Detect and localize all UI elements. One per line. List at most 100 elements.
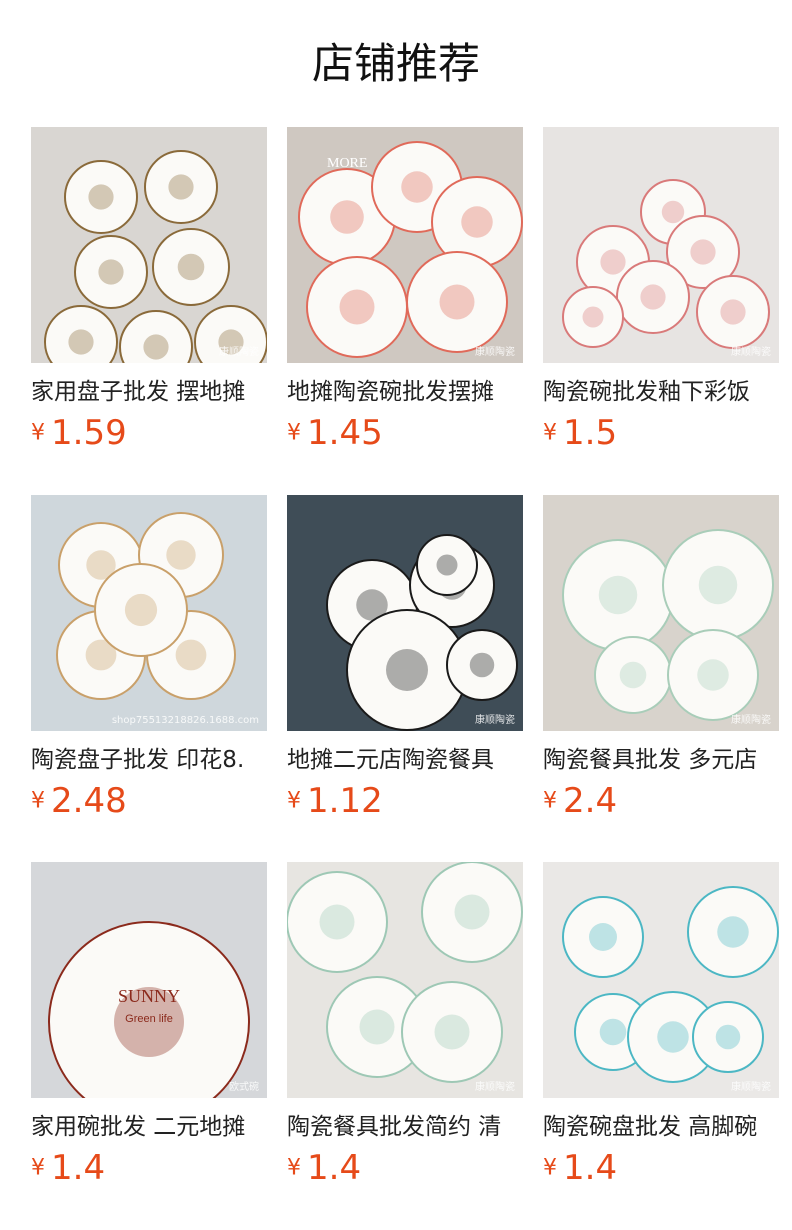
product-image[interactable]: 康顺陶瓷 <box>543 127 779 363</box>
dish-pattern <box>68 329 94 355</box>
dish-pattern <box>166 540 196 570</box>
product-name[interactable]: 陶瓷盘子批发 印花8. <box>31 745 267 775</box>
dish-pattern <box>434 1014 470 1050</box>
product-price: ¥1.12 <box>287 781 523 821</box>
product-image[interactable]: 康顺陶瓷 <box>31 127 267 363</box>
product-image[interactable]: MORE 康顺陶瓷 <box>287 127 523 363</box>
dish-pattern <box>319 904 355 940</box>
dish-pattern <box>98 259 124 285</box>
price-value: 1.5 <box>563 413 618 453</box>
price-value: 2.4 <box>563 781 618 821</box>
currency-symbol: ¥ <box>287 420 301 446</box>
product-name[interactable]: 家用碗批发 二元地摊 <box>31 1112 267 1142</box>
dish-pattern <box>177 253 205 281</box>
product-price: ¥1.45 <box>287 413 523 453</box>
product-image[interactable]: 康顺陶瓷 <box>287 862 523 1098</box>
product-name[interactable]: 家用盘子批发 摆地摊 <box>31 377 267 407</box>
dish-pattern <box>386 649 428 691</box>
image-watermark: 康顺陶瓷 <box>731 713 771 726</box>
dish-pattern <box>88 184 114 210</box>
product-price: ¥1.5 <box>543 413 779 453</box>
product-card[interactable]: shop75513218826.1688.com 陶瓷盘子批发 印花8. ¥2.… <box>31 495 267 821</box>
product-name[interactable]: 陶瓷餐具批发简约 清 <box>287 1112 523 1142</box>
product-image[interactable]: 康顺陶瓷 <box>543 495 779 731</box>
dish-pattern <box>175 639 207 671</box>
product-name[interactable]: 陶瓷碗批发釉下彩饭 <box>543 377 779 407</box>
product-image[interactable]: 康顺陶瓷 <box>543 862 779 1098</box>
dish-pattern <box>619 661 647 689</box>
dish-pattern <box>715 1024 741 1050</box>
dish-pattern <box>330 200 364 234</box>
dish-pattern <box>657 1021 689 1053</box>
product-card[interactable]: SUNNY Green life 欧式碗 家用碗批发 二元地摊 ¥1.4 <box>31 862 267 1188</box>
dish-pattern <box>436 554 458 576</box>
image-watermark: shop75513218826.1688.com <box>112 715 259 726</box>
product-price: ¥1.4 <box>287 1148 523 1188</box>
dish-pattern <box>168 174 194 200</box>
dish-pattern <box>582 306 604 328</box>
currency-symbol: ¥ <box>31 1155 45 1181</box>
currency-symbol: ¥ <box>31 420 45 446</box>
product-photo: SUNNY Green life 欧式碗 <box>31 862 267 1098</box>
dish-pattern <box>698 565 738 605</box>
price-value: 1.12 <box>307 781 383 821</box>
dish-pattern <box>720 299 746 325</box>
product-photo: 康顺陶瓷 <box>287 862 523 1098</box>
product-card[interactable]: MORE 康顺陶瓷 地摊陶瓷碗批发摆摊 ¥1.45 <box>287 127 523 453</box>
dish-pattern <box>454 894 490 930</box>
product-photo: MORE 康顺陶瓷 <box>287 127 523 363</box>
dish-pattern <box>717 916 749 948</box>
dish-pattern <box>461 206 493 238</box>
image-watermark: 康顺陶瓷 <box>731 345 771 358</box>
product-image[interactable]: shop75513218826.1688.com <box>31 495 267 731</box>
product-card[interactable]: 康顺陶瓷 陶瓷碗盘批发 高脚碗 ¥1.4 <box>543 862 779 1188</box>
product-card[interactable]: 康顺陶瓷 地摊二元店陶瓷餐具 ¥1.12 <box>287 495 523 821</box>
image-watermark: 康顺陶瓷 <box>475 1080 515 1093</box>
dish-pattern <box>661 200 685 224</box>
image-watermark: 康顺陶瓷 <box>475 713 515 726</box>
product-photo: 康顺陶瓷 <box>543 862 779 1098</box>
dish-pattern <box>598 575 638 615</box>
product-photo: shop75513218826.1688.com <box>31 495 267 731</box>
image-watermark: 欧式碗 <box>229 1080 259 1093</box>
currency-symbol: ¥ <box>287 1155 301 1181</box>
product-price: ¥1.4 <box>31 1148 267 1188</box>
dish-pattern <box>469 652 495 678</box>
price-value: 1.4 <box>563 1148 618 1188</box>
product-image[interactable]: 康顺陶瓷 <box>287 495 523 731</box>
image-text: MORE <box>327 156 367 171</box>
currency-symbol: ¥ <box>287 788 301 814</box>
product-name[interactable]: 陶瓷碗盘批发 高脚碗 <box>543 1112 779 1142</box>
product-photo: 康顺陶瓷 <box>543 495 779 731</box>
product-card[interactable]: 康顺陶瓷 陶瓷餐具批发简约 清 ¥1.4 <box>287 862 523 1188</box>
page-title: 店铺推荐 <box>311 39 480 88</box>
price-value: 1.45 <box>307 413 383 453</box>
product-price: ¥2.48 <box>31 781 267 821</box>
product-price: ¥2.4 <box>543 781 779 821</box>
image-subtext: Green life <box>125 1013 173 1025</box>
product-image[interactable]: SUNNY Green life 欧式碗 <box>31 862 267 1098</box>
product-card[interactable]: 康顺陶瓷 家用盘子批发 摆地摊 ¥1.59 <box>31 127 267 453</box>
product-name[interactable]: 地摊陶瓷碗批发摆摊 <box>287 377 523 407</box>
currency-symbol: ¥ <box>543 420 557 446</box>
dish-pattern <box>600 249 626 275</box>
product-name[interactable]: 地摊二元店陶瓷餐具 <box>287 745 523 775</box>
product-name[interactable]: 陶瓷餐具批发 多元店 <box>543 745 779 775</box>
price-value: 1.4 <box>51 1148 106 1188</box>
image-watermark: 康顺陶瓷 <box>475 345 515 358</box>
price-value: 2.48 <box>51 781 127 821</box>
dish-pattern <box>697 659 729 691</box>
product-card[interactable]: 康顺陶瓷 陶瓷餐具批发 多元店 ¥2.4 <box>543 495 779 821</box>
dish-pattern <box>439 284 475 320</box>
product-photo: 康顺陶瓷 <box>543 127 779 363</box>
currency-symbol: ¥ <box>543 1155 557 1181</box>
dish-pattern <box>359 1009 395 1045</box>
image-watermark: 康顺陶瓷 <box>219 345 259 358</box>
image-text: SUNNY <box>118 986 180 1006</box>
dish-pattern <box>640 284 666 310</box>
product-photo: 康顺陶瓷 <box>287 495 523 731</box>
image-watermark: 康顺陶瓷 <box>731 1080 771 1093</box>
dish-pattern <box>589 923 617 951</box>
currency-symbol: ¥ <box>31 788 45 814</box>
product-card[interactable]: 康顺陶瓷 陶瓷碗批发釉下彩饭 ¥1.5 <box>543 127 779 453</box>
